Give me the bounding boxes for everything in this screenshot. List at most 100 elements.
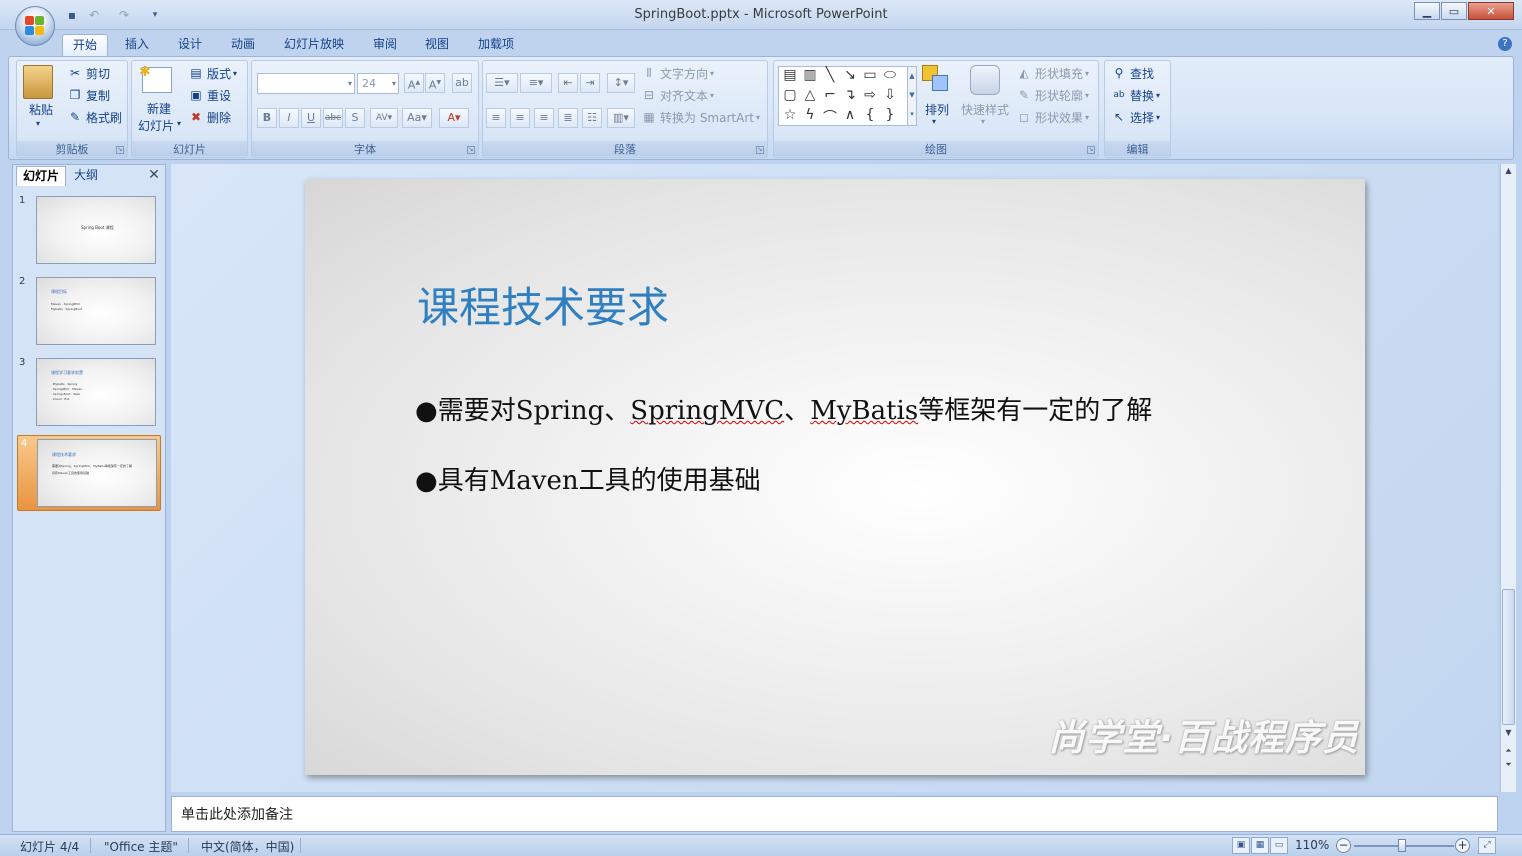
- quick-styles-icon[interactable]: [970, 65, 1000, 95]
- shape-effects-button[interactable]: ◻ 形状效果 ▾: [1016, 107, 1089, 127]
- select-button[interactable]: ↖ 选择 ▾: [1111, 107, 1160, 127]
- shape-outline-button[interactable]: ✎ 形状轮廓 ▾: [1016, 85, 1089, 105]
- office-button[interactable]: [15, 6, 55, 46]
- font-color-icon[interactable]: A▾: [439, 108, 469, 128]
- dialog-launcher-icon[interactable]: ↘: [1087, 146, 1095, 154]
- char-spacing-icon[interactable]: AV▾: [370, 108, 398, 128]
- normal-view-icon[interactable]: ▣: [1232, 837, 1250, 854]
- chevron-down-icon[interactable]: ▾: [177, 119, 181, 128]
- shapes-gallery[interactable]: ▤ ▥ ╲ ↘ ▭ ⬭ ▢ △ ⌐ ↴ ⇨ ⇩ ☆ ϟ ⌒ ∧ { }: [778, 66, 908, 126]
- clear-format-icon[interactable]: ab: [452, 73, 472, 93]
- find-button[interactable]: ⚲ 查找: [1111, 63, 1154, 83]
- align-right-icon[interactable]: ≡: [534, 108, 554, 128]
- zoom-slider-knob[interactable]: [1398, 839, 1406, 852]
- line-spacing-icon[interactable]: ↕▾: [607, 73, 635, 93]
- tab-home[interactable]: 开始: [62, 34, 109, 56]
- new-slide-icon[interactable]: ✱: [139, 64, 172, 93]
- strikethrough-icon[interactable]: abc: [323, 108, 343, 128]
- smartart-button[interactable]: ▦ 转换为 SmartArt ▾: [641, 107, 760, 127]
- italic-icon[interactable]: I: [279, 108, 299, 128]
- paste-icon[interactable]: [23, 65, 53, 99]
- brace-right-shape-icon[interactable]: }: [881, 107, 899, 123]
- vertical-scrollbar[interactable]: ▲ ▼ ⏶ ⏷: [1500, 164, 1516, 792]
- zoom-out-icon[interactable]: −: [1336, 838, 1351, 853]
- brace-left-shape-icon[interactable]: {: [861, 107, 879, 123]
- numbering-icon[interactable]: ≡▾: [520, 73, 552, 93]
- oval-shape-icon[interactable]: ⬭: [881, 67, 899, 83]
- scroll-up-icon[interactable]: ▲: [1501, 164, 1516, 178]
- maximize-button[interactable]: ▭: [1441, 2, 1467, 20]
- shape-fill-button[interactable]: ◭ 形状填充 ▾: [1016, 63, 1089, 83]
- grow-font-icon[interactable]: A▲: [404, 73, 424, 93]
- fit-window-icon[interactable]: ⤢: [1478, 837, 1496, 854]
- increase-indent-icon[interactable]: ⇥: [580, 73, 600, 93]
- zoom-in-icon[interactable]: +: [1455, 838, 1470, 853]
- scroll-down-icon[interactable]: ▼: [1501, 726, 1516, 740]
- rectangle-shape-icon[interactable]: ▭: [861, 67, 879, 83]
- next-slide-icon[interactable]: ⏷: [1501, 758, 1516, 772]
- vtextbox-shape-icon[interactable]: ▥: [801, 67, 819, 83]
- quick-styles-button[interactable]: 快速样式: [961, 101, 1009, 118]
- slide-sorter-icon[interactable]: ▦: [1251, 837, 1269, 854]
- tab-animations[interactable]: 动画: [221, 34, 265, 56]
- justify-icon[interactable]: ≣: [558, 108, 578, 128]
- zoom-level[interactable]: 110%: [1295, 838, 1329, 852]
- text-direction-button[interactable]: ⫴ 文字方向 ▾: [641, 63, 714, 83]
- slide-thumbnail-3[interactable]: 3 课程学习要求前置 · Mybatis · Spring · SpringMV…: [19, 355, 159, 429]
- dialog-launcher-icon[interactable]: ↘: [467, 146, 475, 154]
- notes-placeholder[interactable]: 单击此处添加备注: [181, 804, 293, 824]
- bold-icon[interactable]: B: [257, 108, 277, 128]
- shadow-icon[interactable]: S: [345, 108, 365, 128]
- connector-shape-icon[interactable]: ⌐: [821, 87, 839, 103]
- slide-thumbnail-1[interactable]: 1 Spring Boot 课程: [19, 193, 159, 267]
- slide-thumbnail-2[interactable]: 2 课程目标 Maven · SpringMVC Mybatis · Sprin…: [19, 274, 159, 348]
- arrange-button[interactable]: 排列: [925, 101, 949, 118]
- font-name-combo[interactable]: ▾: [257, 73, 355, 94]
- slide-thumbnail-4[interactable]: 4 课程技术要求 需要对Spring、SpringMVC、MyBatis等框架有…: [17, 435, 161, 511]
- chevron-down-icon[interactable]: ▾: [36, 119, 40, 128]
- slideshow-view-icon[interactable]: ▭: [1270, 837, 1288, 854]
- right-arrow-shape-icon[interactable]: ⇨: [861, 87, 879, 103]
- triangle-shape-icon[interactable]: △: [801, 87, 819, 103]
- lightning-shape-icon[interactable]: ϟ: [801, 107, 819, 123]
- arrow-line-shape-icon[interactable]: ↘: [841, 67, 859, 83]
- slide-title[interactable]: 课程技术要求: [417, 274, 669, 335]
- chevron-down-icon[interactable]: ▾: [981, 117, 985, 126]
- change-case-icon[interactable]: Aa▾: [402, 108, 432, 128]
- tab-insert[interactable]: 插入: [115, 34, 159, 56]
- copy-button[interactable]: ❐ 复制: [67, 85, 110, 105]
- tab-view[interactable]: 视图: [415, 34, 459, 56]
- close-button[interactable]: ✕: [1468, 2, 1514, 20]
- tab-review[interactable]: 审阅: [363, 34, 407, 56]
- star-shape-icon[interactable]: ☆: [781, 107, 799, 123]
- scrollbar-thumb[interactable]: [1502, 589, 1515, 725]
- align-left-icon[interactable]: ≡: [486, 108, 506, 128]
- line-shape-icon[interactable]: ╲: [821, 67, 839, 83]
- font-size-combo[interactable]: 24 ▾: [357, 73, 399, 94]
- language-status[interactable]: 中文(简体，中国): [201, 838, 294, 855]
- shrink-font-icon[interactable]: A▼: [425, 73, 445, 93]
- align-center-icon[interactable]: ≡: [510, 108, 530, 128]
- paste-button[interactable]: 粘贴: [29, 101, 53, 118]
- tab-slides[interactable]: 幻灯片: [16, 166, 67, 186]
- bullet-item-2[interactable]: ●具有Maven工具的使用基础: [415, 460, 761, 497]
- curve-shape-icon[interactable]: ⌒: [821, 107, 839, 127]
- columns-icon[interactable]: ▥▾: [607, 108, 635, 128]
- rounded-rect-shape-icon[interactable]: ▢: [781, 87, 799, 103]
- notes-pane[interactable]: 单击此处添加备注: [171, 796, 1498, 832]
- minimize-button[interactable]: ▁: [1414, 2, 1440, 20]
- decrease-indent-icon[interactable]: ⇤: [558, 73, 578, 93]
- new-slide-label-2[interactable]: 幻灯片: [138, 117, 174, 134]
- replace-button[interactable]: ab 替换 ▾: [1111, 85, 1160, 105]
- dialog-launcher-icon[interactable]: ↘: [756, 146, 764, 154]
- textbox-shape-icon[interactable]: ▤: [781, 67, 799, 83]
- tab-slideshow[interactable]: 幻灯片放映: [274, 34, 354, 56]
- close-icon[interactable]: ✕: [147, 168, 161, 182]
- format-painter-button[interactable]: ✎ 格式刷: [67, 107, 122, 127]
- reset-button[interactable]: ▣ 重设: [188, 85, 231, 105]
- help-icon[interactable]: ?: [1498, 37, 1512, 51]
- cut-button[interactable]: ✂ 剪切: [67, 63, 110, 83]
- arrange-icon[interactable]: [922, 65, 952, 95]
- tab-outline[interactable]: 大纲: [68, 166, 104, 186]
- chevron-down-icon[interactable]: ▾: [932, 117, 936, 126]
